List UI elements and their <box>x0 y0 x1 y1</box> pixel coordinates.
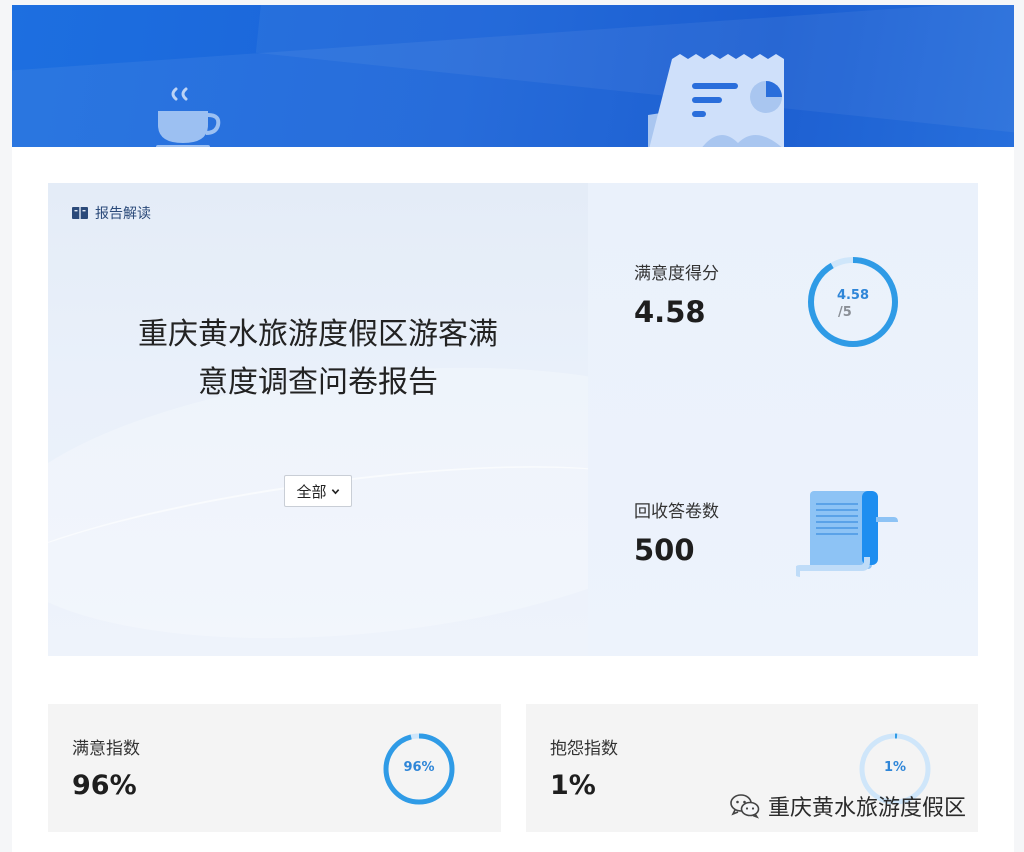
complaint-index-value: 1% <box>550 770 596 801</box>
report-title-line: 重庆黄水旅游度假区游客满 <box>138 317 498 352</box>
report-interpretation-link[interactable]: 报告解读 <box>72 203 151 223</box>
chevron-down-icon <box>331 488 339 494</box>
satisfaction-index-label: 满意指数 <box>72 739 140 759</box>
complaint-index-label: 抱怨指数 <box>550 739 618 759</box>
report-title-line: 意度调查问卷报告 <box>198 365 438 400</box>
ring-score-value: 4.58 <box>836 288 870 303</box>
report-interpretation-label: 报告解读 <box>95 206 151 222</box>
responses-value: 500 <box>634 533 695 567</box>
ring-score-max: /5 <box>838 305 852 320</box>
satisfaction-score-label: 满意度得分 <box>634 264 719 284</box>
wechat-icon <box>730 794 760 819</box>
satisfaction-index-value: 96% <box>72 770 137 801</box>
responses-label: 回收答卷数 <box>634 502 719 522</box>
satisfaction-score-ring-label: 4.58 /5 <box>826 287 880 321</box>
header-banner <box>12 5 1014 147</box>
report-title: 重庆黄水旅游度假区游客满 意度调查问卷报告 <box>108 311 528 407</box>
book-icon <box>72 207 88 219</box>
report-document-icon <box>648 54 784 147</box>
filter-selected-value: 全部 <box>296 482 327 501</box>
satisfaction-index-card: 满意指数 96% 96% <box>48 704 501 832</box>
satisfaction-score-value: 4.58 <box>634 295 706 329</box>
watermark-text: 重庆黄水旅游度假区 <box>768 796 967 821</box>
coffee-cup-icon <box>156 87 221 147</box>
report-summary-card: 报告解读 重庆黄水旅游度假区游客满 意度调查问卷报告 全部 满意度得分 4.58… <box>48 183 978 656</box>
filter-dropdown[interactable]: 全部 <box>284 475 352 507</box>
complaint-index-ring-label: 1% <box>883 760 907 775</box>
report-metrics-panel: 满意度得分 4.58 4.58 /5 回收答卷数 500 <box>588 183 978 656</box>
report-title-panel: 报告解读 重庆黄水旅游度假区游客满 意度调查问卷报告 全部 <box>48 183 760 656</box>
satisfaction-index-ring-label: 96% <box>403 760 435 775</box>
scroll-document-icon <box>796 491 898 577</box>
wechat-watermark: 重庆黄水旅游度假区 <box>730 790 966 822</box>
